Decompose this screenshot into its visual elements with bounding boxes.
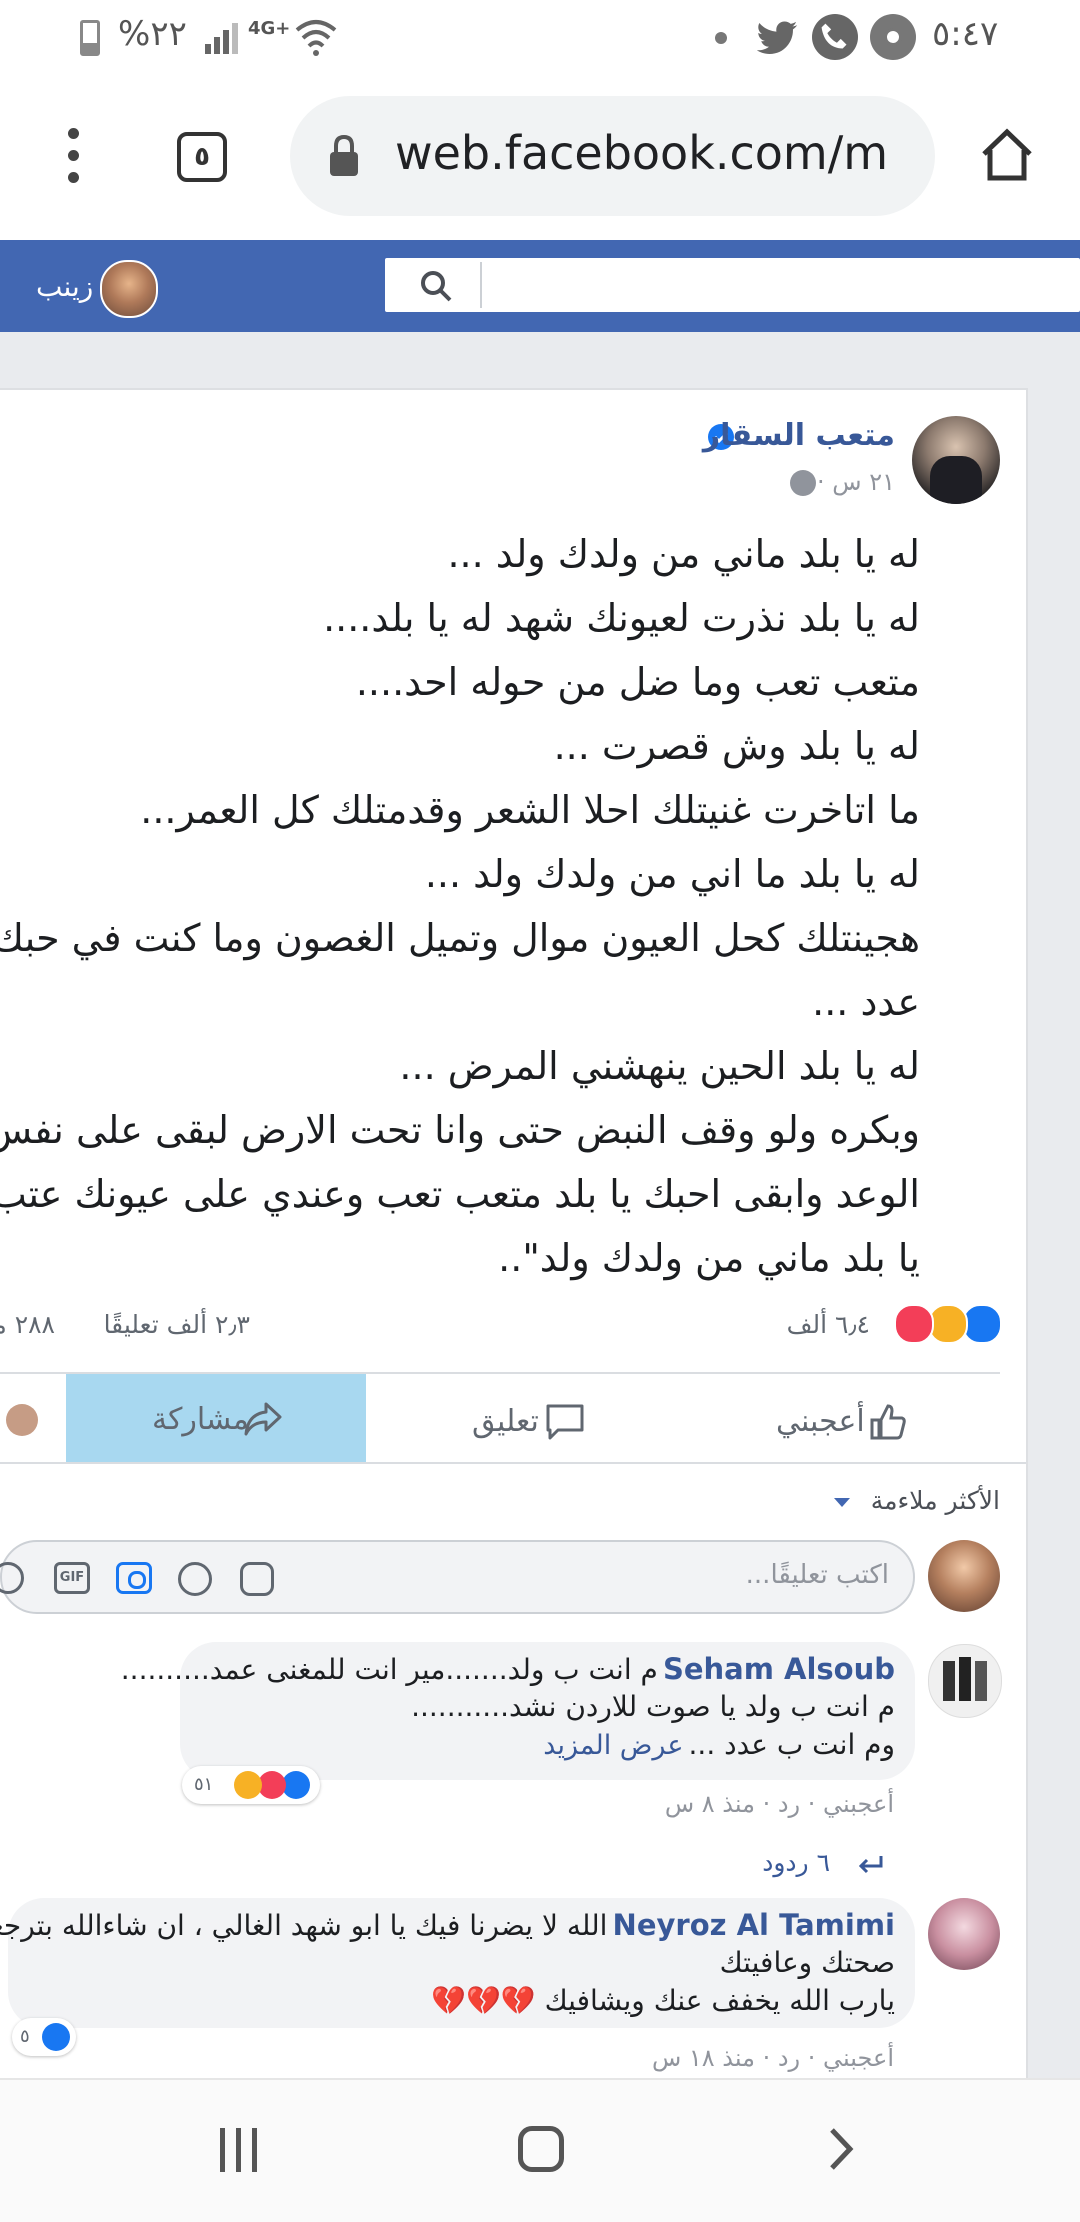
like-reaction-icon[interactable] <box>962 1304 1002 1344</box>
comment-button[interactable]: تعليق <box>400 1380 660 1462</box>
comment-meta[interactable]: أعجبني · رد · منذ ١٨ س <box>652 2044 894 2072</box>
post-line: يا بلد ماني من ولدك ولد".. <box>498 1236 920 1280</box>
comment-meta[interactable]: أعجبني · رد · منذ ٨ س <box>665 1790 894 1818</box>
home-button-icon[interactable] <box>518 2126 564 2172</box>
tabs-button[interactable]: ٥ <box>177 132 227 182</box>
like-label: أعجبني <box>776 1404 865 1439</box>
post-line: له يا بلد ما اني من ولدك ولد ... <box>424 852 920 896</box>
sticker-icon[interactable] <box>240 1562 274 1596</box>
wifi-icon <box>295 18 337 62</box>
page-avatar[interactable] <box>6 1404 38 1436</box>
comment-line: وم انت ب عدد ... <box>688 1728 895 1761</box>
post-line: له يا بلد وش قصرت ... <box>553 724 920 768</box>
comment-reactions[interactable]: ٥١ <box>182 1766 320 1804</box>
current-user-avatar <box>928 1540 1000 1612</box>
shares-count[interactable]: ٢٨٨ مشا <box>0 1310 55 1339</box>
comment-line: الله لا يضرنا فيك يا ابو شهد الغالي ، ان… <box>0 1909 608 1942</box>
search-input[interactable] <box>385 258 1080 312</box>
search-divider <box>480 262 482 308</box>
twitter-icon <box>755 16 799 60</box>
signal-icon <box>205 22 241 54</box>
comments-count[interactable]: ٢٫٣ ألف تعليقًا <box>60 1310 250 1339</box>
post-line: هجينتلك كحل العيون موال وتميل الغصون وما… <box>0 916 920 960</box>
comment-line: م انت ب ولد يا صوت للاردن نشد........... <box>411 1690 895 1723</box>
replies-link[interactable]: ٦ ردود <box>762 1848 830 1877</box>
commenter-avatar[interactable] <box>928 1644 1002 1718</box>
comment-input[interactable]: اكتب تعليقًا... GIF <box>0 1540 915 1614</box>
comment-label: تعليق <box>472 1404 539 1439</box>
sort-label: الأكثر ملاءمة <box>870 1486 1000 1515</box>
post-line: متعب تعب وما ضل من حوله احد.... <box>355 660 920 704</box>
comment-first-line: Neyroz Al Tamimi الله لا يضرنا فيك يا اب… <box>0 1908 895 1942</box>
battery-icon <box>80 20 100 56</box>
caret-down-icon <box>834 1498 850 1507</box>
globe-icon <box>790 470 816 496</box>
home-icon[interactable] <box>978 126 1036 184</box>
recent-apps-icon[interactable] <box>216 2128 262 2172</box>
network-type: 4G+ <box>248 18 291 39</box>
notification-dot-icon <box>715 32 727 44</box>
camera-icon[interactable] <box>116 1562 152 1594</box>
post-line: له يا بلد نذرت لعيونك شهد له يا بلد.... <box>323 596 920 640</box>
post-line: وبكره ولو وقف النبض حتى وانا تحت الارض ل… <box>0 1108 920 1152</box>
sort-dropdown[interactable]: الأكثر ملاءمة <box>820 1486 1000 1526</box>
comment-reactions[interactable]: ٥ <box>12 2018 76 2056</box>
url-text[interactable]: web.facebook.com/me <box>395 126 885 188</box>
post-line: عدد ... <box>812 980 920 1024</box>
comment-last-line: وم انت ب عدد ... عرض المزيد <box>543 1728 895 1761</box>
post-line: له يا بلد الحين ينهشني المرض ... <box>399 1044 920 1088</box>
tabs-count: ٥ <box>194 142 210 172</box>
user-name[interactable]: زينب <box>36 270 93 303</box>
sad-reaction-icon[interactable] <box>928 1304 968 1344</box>
post-line: ما اتاخرت غنيتلك احلا الشعر وقدمتلك كل ا… <box>140 788 920 832</box>
gif-icon[interactable]: GIF <box>54 1562 90 1594</box>
post-author[interactable]: متعب السقار <box>703 418 895 453</box>
user-avatar[interactable] <box>100 260 158 318</box>
commenter-avatar[interactable] <box>928 1898 1000 1970</box>
comment-text: Neyroz Al Tamimi الله لا يضرنا فيك يا اب… <box>0 1908 895 2026</box>
like-reaction-icon <box>42 2023 70 2051</box>
comment-reaction-count: ٥ <box>20 2026 30 2047</box>
comment-input-placeholder: اكتب تعليقًا... <box>745 1560 889 1590</box>
post-line: الوعد وابقى احبك يا بلد متعب تعب وعندي ع… <box>0 1172 920 1216</box>
clock: ٥:٤٧ <box>932 14 999 54</box>
author-avatar[interactable] <box>912 416 1000 504</box>
battery-percent: %٢٢ <box>118 14 187 54</box>
share-label: مشاركة <box>152 1402 249 1437</box>
comment-text: Seham Alsoub م انت ب ولد.......مير انت ل… <box>121 1650 895 1778</box>
reactions-count[interactable]: ٦٫٤ ألف <box>787 1310 870 1339</box>
comment-first-line: Seham Alsoub م انت ب ولد.......مير انت ل… <box>121 1652 895 1686</box>
commenter-name[interactable]: Neyroz Al Tamimi <box>613 1908 895 1942</box>
lock-icon[interactable] <box>328 134 360 178</box>
post-line: له يا بلد ماني من ولدك ولد ... <box>447 532 920 576</box>
comment-reaction-count: ٥١ <box>194 1774 214 1795</box>
like-reaction-icon <box>282 1771 310 1799</box>
share-button[interactable]: مشاركة <box>66 1374 366 1462</box>
comment-bubble-icon <box>546 1404 584 1440</box>
divider <box>0 1462 1026 1464</box>
reply-arrow-icon <box>855 1852 883 1876</box>
commenter-name[interactable]: Seham Alsoub <box>663 1652 895 1686</box>
back-chevron-icon[interactable] <box>826 2126 856 2172</box>
comment-line: صحتك وعافيتك <box>719 1946 895 1979</box>
post-body: له يا بلد ماني من ولدك ولد ... له يا بلد… <box>0 522 1000 1282</box>
phone-call-icon <box>812 14 858 60</box>
like-button[interactable]: أعجبني <box>720 1380 980 1462</box>
love-reaction-icon[interactable] <box>894 1304 934 1344</box>
care-reaction-icon <box>234 1771 262 1799</box>
chrome-icon <box>870 14 916 60</box>
emoji-icon[interactable] <box>178 1562 212 1596</box>
comment-line: يارب الله يخفف عنك ويشافيك 💔💔💔 <box>431 1984 895 2017</box>
love-reaction-icon <box>258 1771 286 1799</box>
comment-line: م انت ب ولد.......مير انت للمغنى عمد....… <box>120 1653 658 1686</box>
see-more-link[interactable]: عرض المزيد <box>543 1730 683 1761</box>
post-time[interactable]: ٢١ س · <box>817 468 895 496</box>
status-bar: %٢٢ 4G+ ٥:٤٧ <box>0 0 1080 78</box>
search-icon[interactable] <box>418 268 454 304</box>
thumbs-up-icon <box>870 1404 906 1440</box>
sticker-face-icon[interactable] <box>0 1562 24 1594</box>
menu-dots-icon[interactable] <box>68 128 79 188</box>
